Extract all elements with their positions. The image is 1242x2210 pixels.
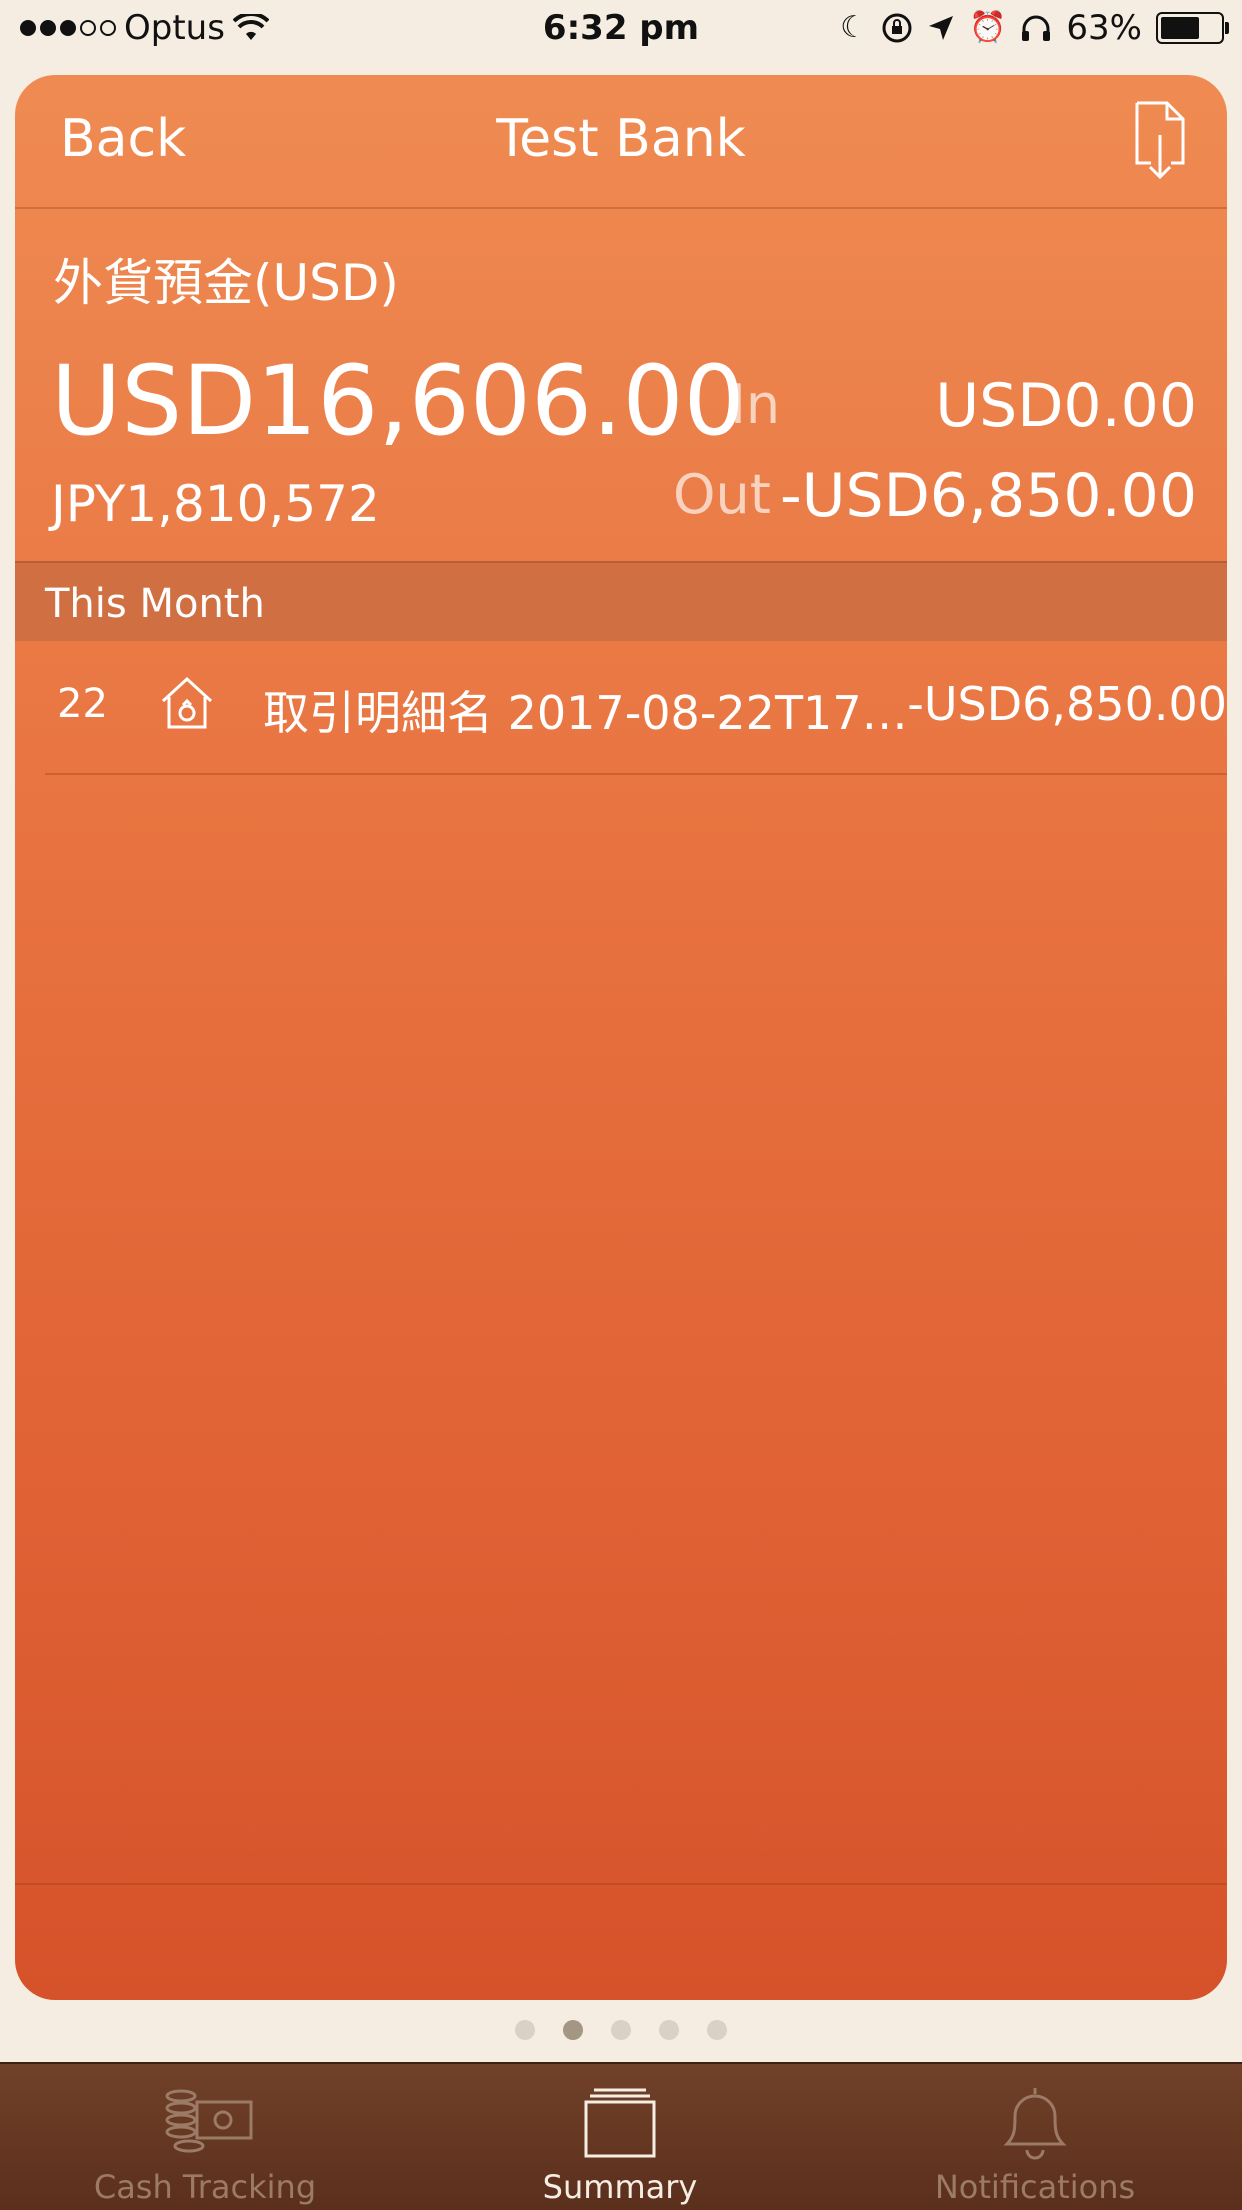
export-icon[interactable]	[1133, 101, 1187, 181]
status-right: ☾ ⏰ 63%	[840, 8, 1229, 48]
alarm-icon: ⏰	[969, 10, 1007, 45]
divider	[15, 1883, 1227, 1885]
tab-cash-tracking[interactable]: Cash Tracking	[60, 2064, 350, 2210]
section-title: This Month	[45, 581, 265, 627]
page-dot[interactable]	[611, 2020, 631, 2040]
house-icon	[161, 676, 213, 729]
page-indicator[interactable]	[0, 2020, 1242, 2040]
in-label: In	[730, 373, 781, 436]
tab-notifications[interactable]: Notifications	[890, 2064, 1180, 2210]
rotation-lock-icon	[882, 13, 912, 43]
battery-icon	[1156, 12, 1229, 44]
moon-icon: ☾	[840, 10, 868, 45]
page-dot[interactable]	[659, 2020, 679, 2040]
headphones-icon	[1022, 15, 1051, 41]
status-bar: Optus 6:32 pm ☾ ⏰ 63%	[0, 0, 1242, 62]
page-dot[interactable]	[515, 2020, 535, 2040]
tab-summary[interactable]: Summary	[475, 2064, 765, 2210]
transaction-name: 取引明細名 2017-08-22T17…	[263, 686, 903, 740]
battery-percent: 63%	[1066, 8, 1142, 48]
tab-label: Notifications	[934, 2168, 1136, 2206]
account-card: Back Test Bank 外貨預金(USD) USD16,606.00 JP…	[15, 75, 1227, 2000]
transaction-amount: -USD6,850.00	[907, 677, 1227, 731]
account-name: 外貨預金(USD)	[53, 254, 399, 312]
bell-icon	[1003, 2088, 1067, 2160]
tab-bar: Cash Tracking Summary Notifications	[0, 2062, 1242, 2210]
out-value: -USD6,850.00	[779, 461, 1197, 531]
transaction-day: 22	[57, 681, 108, 727]
page-dot[interactable]	[707, 2020, 727, 2040]
summary-icon	[584, 2088, 656, 2158]
tab-label: Cash Tracking	[93, 2168, 317, 2206]
account-balance-jpy: JPY1,810,572	[51, 475, 380, 533]
in-value: USD0.00	[935, 371, 1197, 441]
section-header: This Month	[15, 561, 1227, 641]
transaction-row[interactable]: 22 取引明細名 2017-08-22T17… -USD6,850.00	[45, 639, 1227, 775]
tab-label: Summary	[542, 2168, 698, 2206]
location-arrow-icon	[929, 16, 954, 40]
out-label: Out	[673, 463, 771, 526]
page-title: Test Bank	[496, 109, 746, 169]
nav-bar: Back Test Bank	[15, 75, 1227, 209]
account-balance: USD16,606.00	[51, 345, 745, 457]
cash-tracking-icon	[165, 2089, 253, 2153]
page-dot-active[interactable]	[563, 2020, 583, 2040]
